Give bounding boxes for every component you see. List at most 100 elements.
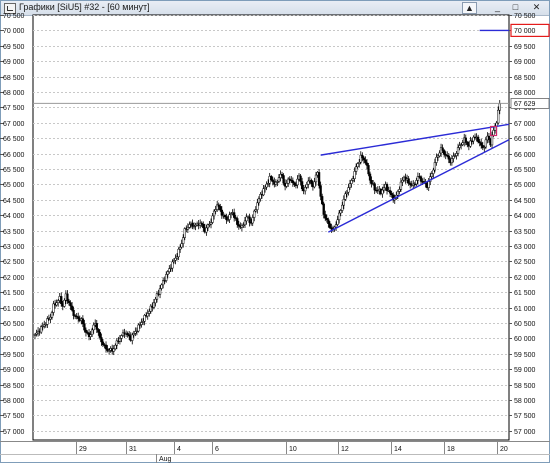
candle-body [304, 187, 307, 192]
y-tick-label-right: 65 000 [514, 182, 536, 189]
y-tick-label-left: 68 000 [3, 90, 25, 97]
candle-body [348, 183, 352, 188]
candle-body [188, 224, 191, 228]
candle-body [50, 312, 54, 318]
candle-body [205, 227, 208, 233]
x-tick-label: 18 [447, 446, 455, 453]
y-tick-label-left: 64 500 [3, 198, 25, 205]
candle-body [314, 174, 318, 183]
y-tick-label-right: 60 500 [514, 321, 536, 328]
candle-body [464, 137, 467, 143]
y-tick-label-right: 70 500 [514, 13, 536, 20]
y-tick-label-right: 61 000 [514, 306, 536, 313]
candle-body [271, 179, 274, 182]
y-tick-label-left: 60 000 [3, 336, 25, 343]
x-tick-label: 4 [177, 446, 181, 453]
last-price-label: 67 629 [514, 101, 536, 108]
candle-body [364, 159, 367, 164]
candle-body [202, 224, 205, 229]
y-tick-label-right: 64 000 [514, 213, 536, 220]
y-tick-label-left: 63 000 [3, 244, 25, 251]
y-tick-label-left: 66 000 [3, 152, 25, 159]
candle-body [236, 218, 239, 225]
candle-body [182, 237, 185, 244]
candle-body [178, 246, 182, 250]
candle-body [81, 318, 85, 325]
candle-body [89, 334, 92, 337]
candle-body [67, 300, 71, 304]
candle-body [480, 142, 483, 146]
candle-body [356, 163, 359, 167]
y-tick-label-left: 70 500 [3, 13, 25, 20]
candle-body [70, 305, 74, 311]
candle-body [63, 299, 66, 307]
candle-body [396, 191, 399, 196]
y-tick-label-left: 58 500 [3, 383, 25, 390]
y-tick-label-left: 64 000 [3, 213, 25, 220]
y-tick-label-right: 65 500 [514, 167, 536, 174]
candle-body [118, 338, 122, 342]
candle-body [407, 178, 410, 184]
candle-body [248, 216, 251, 223]
y-tick-label-left: 67 000 [3, 121, 25, 128]
target-level-label: 70 000 [514, 28, 536, 35]
y-tick-label-left: 59 500 [3, 352, 25, 359]
candle-body [354, 166, 358, 172]
candle-body [382, 187, 386, 191]
y-tick-label-right: 66 000 [514, 152, 536, 159]
y-tick-label-left: 59 000 [3, 367, 25, 374]
y-tick-label-left: 62 000 [3, 275, 25, 282]
candle-body [300, 181, 304, 190]
candle-body [385, 184, 389, 191]
candle-body [458, 145, 461, 148]
price-chart[interactable]: 57 000 57 000 57 500 57 500 58 000 58 000 58 5… [0, 0, 550, 463]
candle-body [381, 189, 384, 195]
candle-body [310, 179, 313, 184]
candle-body [148, 311, 151, 314]
candle-body [40, 326, 43, 333]
candle-body [69, 302, 72, 307]
y-tick-label-left: 58 000 [3, 398, 25, 405]
candle-body [450, 158, 454, 164]
candle-body [456, 147, 460, 154]
candle-body [114, 344, 117, 350]
candle-body [152, 302, 156, 308]
candle-body [209, 222, 213, 225]
candle-body [49, 317, 52, 320]
candle-body [327, 219, 330, 224]
y-tick-label-right: 60 000 [514, 336, 536, 343]
candle-body [305, 184, 308, 188]
candle-body [347, 187, 350, 193]
candle-body [285, 183, 288, 187]
candle-body [341, 204, 344, 211]
x-tick-label: 6 [215, 446, 219, 453]
candle-body [97, 329, 100, 333]
candle-body [256, 202, 259, 210]
candle-body [243, 220, 247, 226]
candle-body [399, 181, 403, 190]
y-tick-label-left: 57 500 [3, 413, 25, 420]
candle-body [104, 344, 108, 350]
candle-body [72, 309, 75, 316]
candle-body [293, 182, 296, 186]
y-tick-label-right: 59 500 [514, 352, 536, 359]
candle-body [137, 324, 140, 332]
candle-body [388, 190, 392, 194]
candle-body [365, 162, 369, 166]
candle-body [112, 348, 115, 352]
x-tick-label: 14 [394, 446, 402, 453]
plot-area [32, 14, 510, 441]
candle-body [174, 257, 177, 261]
candle-body [319, 185, 322, 197]
candle-body [180, 243, 183, 248]
candle-body [497, 109, 500, 124]
y-tick-label-left: 69 500 [3, 44, 25, 51]
y-tick-label-left: 67 500 [3, 105, 25, 112]
candle-body [476, 136, 480, 142]
y-tick-label-right: 58 000 [514, 398, 536, 405]
candle-body [433, 162, 437, 171]
candle-body [186, 227, 190, 230]
y-tick-label-right: 68 500 [514, 75, 536, 82]
y-tick-label-right: 63 000 [514, 244, 536, 251]
candle-body [336, 219, 339, 225]
